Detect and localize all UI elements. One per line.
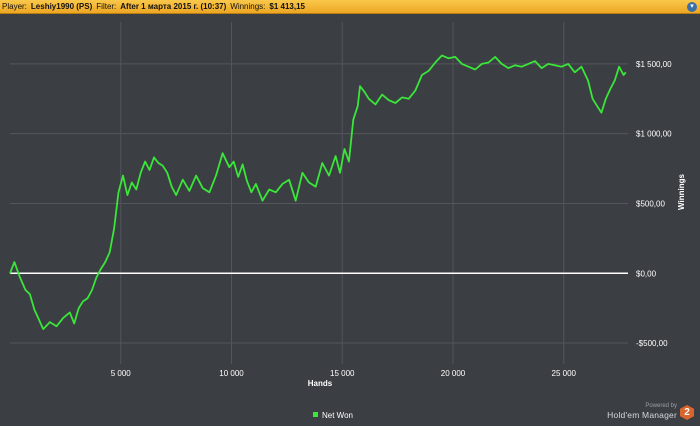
chevron-down-icon[interactable]: ▾ bbox=[687, 2, 697, 12]
net-won-series-line bbox=[9, 54, 627, 331]
x-tick-label: 15 000 bbox=[330, 369, 355, 378]
x-tick-label: 20 000 bbox=[441, 369, 466, 378]
filter-value[interactable]: After 1 марта 2015 г. (10:37) bbox=[120, 2, 226, 11]
player-value[interactable]: Leshiy1990 (PS) bbox=[31, 2, 92, 11]
x-axis-ticks: 5 000 10 000 15 000 20 000 25 000 bbox=[111, 369, 577, 378]
y-tick-label: $500,00 bbox=[636, 199, 665, 208]
winnings-value: $1 413,15 bbox=[269, 2, 305, 11]
product-name: Hold'em Manager bbox=[607, 410, 677, 420]
filter-bar: Player: Leshiy1990 (PS) Filter: After 1 … bbox=[0, 0, 700, 14]
legend-label-net-won: Net Won bbox=[322, 411, 353, 420]
x-axis-title: Hands bbox=[308, 379, 333, 388]
powered-by-text: Powered by bbox=[645, 403, 677, 409]
player-label: Player: bbox=[2, 2, 27, 11]
y-axis-title: Winnings bbox=[677, 173, 686, 209]
x-tick-label: 5 000 bbox=[111, 369, 132, 378]
x-tick-label: 25 000 bbox=[552, 369, 577, 378]
net-won-graph: $1 500,00 $1 000,00 $500,00 $0,00 -$500,00 5… bbox=[9, 22, 686, 420]
y-tick-label: $0,00 bbox=[636, 269, 657, 278]
holdem-manager-logo: Powered by Hold'em Manager 2 bbox=[607, 403, 694, 420]
y-axis-ticks: $1 500,00 $1 000,00 $500,00 $0,00 -$500,00 bbox=[636, 60, 672, 348]
legend-swatch-net-won bbox=[313, 412, 318, 417]
filter-label: Filter: bbox=[96, 2, 117, 11]
y-tick-label: $1 000,00 bbox=[636, 130, 672, 139]
winnings-label: Winnings: bbox=[230, 2, 266, 11]
grid-lines bbox=[10, 22, 628, 364]
hm2-badge-icon: 2 bbox=[680, 405, 694, 420]
x-tick-label: 10 000 bbox=[219, 369, 244, 378]
legend[interactable]: Net Won bbox=[313, 411, 353, 420]
y-tick-label: -$500,00 bbox=[636, 339, 668, 348]
y-tick-label: $1 500,00 bbox=[636, 60, 672, 69]
